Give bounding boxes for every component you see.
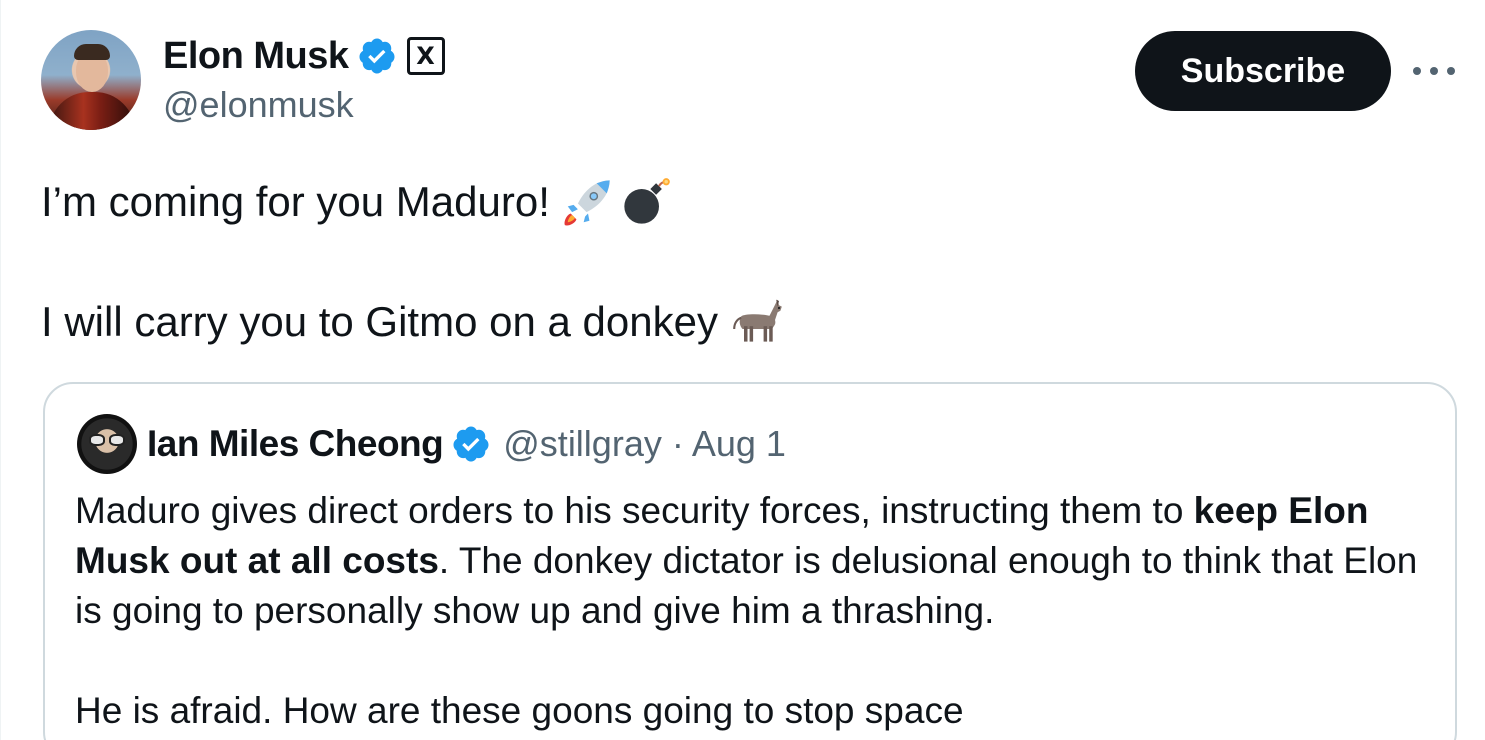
quoted-paragraph-2: He is afraid. How are these goons going … — [75, 690, 964, 731]
quoted-verified-badge-icon[interactable] — [451, 424, 491, 464]
quoted-handle-date[interactable]: @stillgray · Aug 1 — [503, 423, 786, 465]
tweet-text-2: I will carry you to Gitmo on a donkey — [41, 298, 718, 345]
x-badge-letter: X — [416, 42, 435, 70]
author-avatar[interactable] — [41, 30, 141, 130]
quoted-text-part-1: Maduro gives direct orders to his securi… — [75, 490, 1194, 531]
quoted-tweet-text: Maduro gives direct orders to his securi… — [75, 486, 1445, 736]
author-handle[interactable]: @elonmusk — [163, 84, 354, 126]
quoted-author-name[interactable]: Ian Miles Cheong — [147, 423, 444, 465]
quoted-author-avatar[interactable] — [77, 414, 137, 474]
x-affiliation-badge-icon[interactable]: X — [406, 37, 445, 75]
tweet-text-line-1: I’m coming for you Maduro! — [41, 176, 672, 228]
tweet-text-line-2: I will carry you to Gitmo on a donkey — [41, 296, 786, 348]
tweet-container: Elon Musk X @elonmusk Subscribe I’m comi… — [0, 0, 1485, 740]
author-name-row: Elon Musk X — [163, 34, 445, 78]
bomb-emoji-icon — [624, 178, 670, 224]
avatar-glasses-left-shape — [89, 434, 105, 446]
avatar-suit-shape — [49, 92, 135, 130]
author-name[interactable]: Elon Musk — [163, 35, 349, 78]
verified-badge-icon[interactable] — [357, 36, 397, 76]
quoted-tweet-card[interactable]: Ian Miles Cheong @stillgray · Aug 1 Madu… — [43, 382, 1457, 740]
more-options-icon[interactable] — [1413, 56, 1455, 86]
quoted-author-row: Ian Miles Cheong @stillgray · Aug 1 — [147, 420, 786, 468]
quoted-paragraph-1: Maduro gives direct orders to his securi… — [75, 486, 1445, 636]
donkey-emoji-icon — [733, 299, 782, 342]
tweet-text-1: I’m coming for you Maduro! — [41, 178, 550, 225]
avatar-hair-shape — [74, 44, 110, 60]
subscribe-button[interactable]: Subscribe — [1135, 31, 1391, 111]
rocket-emoji-icon — [564, 180, 610, 226]
avatar-glasses-right-shape — [109, 434, 125, 446]
